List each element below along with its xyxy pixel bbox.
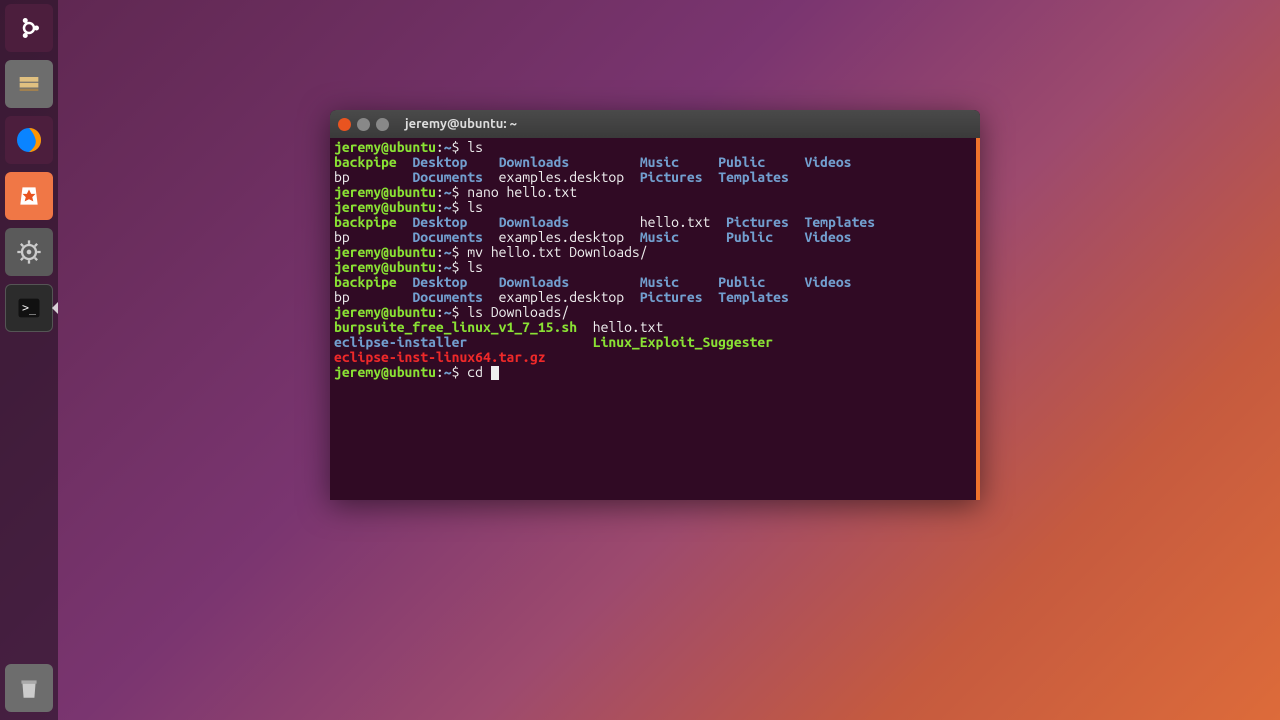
- ls-item: eclipse-installer: [334, 334, 467, 350]
- command: mv hello.txt Downloads/: [467, 244, 647, 260]
- ubuntu-dash-icon[interactable]: [5, 4, 53, 52]
- ls-item: Downloads: [499, 154, 570, 170]
- trash-icon[interactable]: [5, 664, 53, 712]
- svg-text:>_: >_: [22, 301, 37, 315]
- ls-item: Linux_Exploit_Suggester: [593, 334, 773, 350]
- command: ls Downloads/: [467, 304, 569, 320]
- ls-item: Public: [718, 154, 765, 170]
- ls-item: bp: [334, 169, 350, 185]
- command: ls: [467, 199, 483, 215]
- ls-item: hello.txt: [593, 319, 664, 335]
- window-titlebar[interactable]: jeremy@ubuntu: ~: [330, 110, 980, 138]
- window-title: jeremy@ubuntu: ~: [405, 117, 517, 131]
- command: ls: [467, 139, 483, 155]
- settings-icon[interactable]: [5, 228, 53, 276]
- unity-launcher: >_: [0, 0, 58, 720]
- command: ls: [467, 259, 483, 275]
- ls-item: Templates: [718, 169, 789, 185]
- ls-item: Music: [640, 154, 679, 170]
- ls-item: Documents: [412, 169, 483, 185]
- current-command: cd: [467, 364, 491, 380]
- close-icon[interactable]: [338, 118, 351, 131]
- files-icon[interactable]: [5, 60, 53, 108]
- ls-item: eclipse-inst-linux64.tar.gz: [334, 349, 546, 365]
- ls-item: Desktop: [412, 154, 467, 170]
- ls-item: backpipe: [334, 154, 397, 170]
- terminal-output[interactable]: jeremy@ubuntu:~$ ls backpipe Desktop Dow…: [330, 138, 980, 500]
- maximize-icon[interactable]: [376, 118, 389, 131]
- cursor: [491, 366, 499, 380]
- firefox-icon[interactable]: [5, 116, 53, 164]
- ls-item: Pictures: [640, 169, 703, 185]
- prompt-user: jeremy@ubuntu: [334, 139, 436, 155]
- command: nano hello.txt: [467, 184, 577, 200]
- ls-item: Videos: [804, 154, 851, 170]
- terminal-window: jeremy@ubuntu: ~ jeremy@ubuntu:~$ ls bac…: [330, 110, 980, 500]
- ls-item: examples.desktop: [499, 169, 624, 185]
- minimize-icon[interactable]: [357, 118, 370, 131]
- ls-item: burpsuite_free_linux_v1_7_15.sh: [334, 319, 577, 335]
- terminal-icon[interactable]: >_: [5, 284, 53, 332]
- software-center-icon[interactable]: [5, 172, 53, 220]
